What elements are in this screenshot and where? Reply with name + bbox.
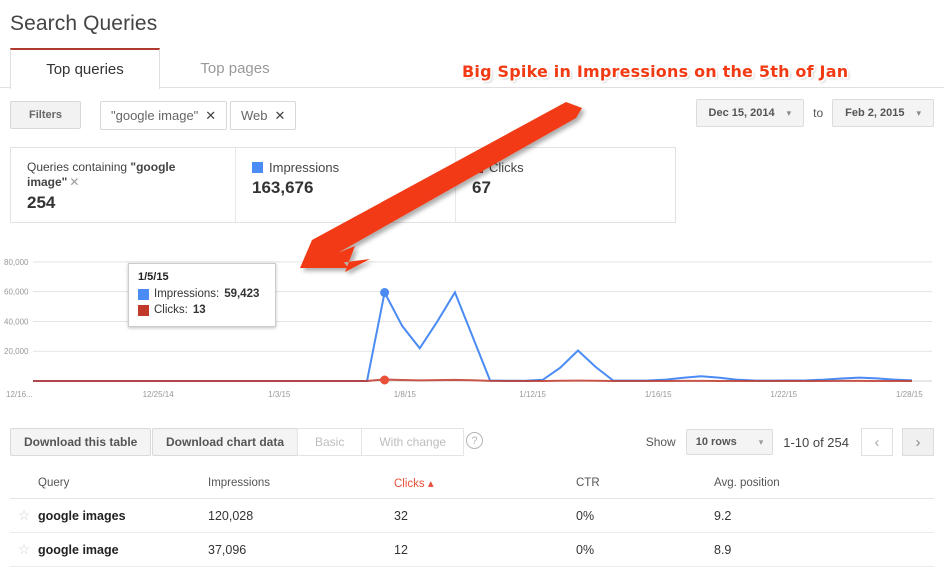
tooltip-clicks-row: Clicks: 13 <box>138 302 266 318</box>
date-from-button[interactable]: Dec 15, 2014 ▾ <box>695 99 805 127</box>
svg-text:1/28/15: 1/28/15 <box>896 390 923 399</box>
cell-impressions: 37,096 <box>208 542 247 557</box>
impressions-legend: Impressions <box>252 160 441 175</box>
svg-text:80,000: 80,000 <box>4 258 29 267</box>
show-label: Show <box>645 435 676 449</box>
svg-text:60,000: 60,000 <box>4 288 29 297</box>
rows-per-page-select[interactable]: 10 rows ▾ <box>685 429 774 455</box>
star-icon[interactable]: ☆ <box>18 507 31 524</box>
chart-tooltip: 1/5/15 Impressions: 59,423 Clicks: 13 <box>128 263 276 327</box>
summary-card-clicks-value: 67 <box>472 178 491 197</box>
date-to-button[interactable]: Feb 2, 2015 ▾ <box>832 99 934 127</box>
svg-text:1/22/15: 1/22/15 <box>770 390 797 399</box>
date-range: Dec 15, 2014 ▾ to Feb 2, 2015 ▾ <box>695 99 934 127</box>
rows-per-page-value: 10 rows <box>695 436 737 448</box>
star-cell[interactable]: ☆ <box>10 507 38 524</box>
filter-bar: Filters "google image" ✕ Web ✕ Dec 15, 2… <box>0 99 944 137</box>
download-chart-data-button[interactable]: Download chart data <box>152 428 299 456</box>
svg-text:1/3/15: 1/3/15 <box>268 390 291 399</box>
chevron-down-icon: ▾ <box>758 436 764 447</box>
summary-card-queries-label: Queries containing "google image" ✕ <box>27 160 221 190</box>
cell-ctr: 0% <box>576 508 595 523</box>
svg-text:20,000: 20,000 <box>4 347 29 356</box>
next-page-button[interactable]: › <box>902 428 934 456</box>
table-row[interactable]: ☆ google image 37,096 12 0% 8.9 <box>10 533 934 567</box>
filter-chip-web-label: Web <box>241 108 268 123</box>
impressions-color-swatch <box>252 162 263 173</box>
table-row[interactable]: ☆ google images 120,028 32 0% 9.2 <box>10 499 934 533</box>
chevron-down-icon: ▾ <box>786 107 792 118</box>
summary-card-queries: Queries containing "google image" ✕ 254 <box>11 148 235 222</box>
cell-clicks: 32 <box>394 508 408 523</box>
column-header-query[interactable]: Query <box>38 477 208 489</box>
view-mode-basic[interactable]: Basic <box>297 428 363 456</box>
svg-text:1/12/15: 1/12/15 <box>519 390 546 399</box>
column-header-impressions[interactable]: Impressions <box>208 477 394 489</box>
filter-chip-query[interactable]: "google image" ✕ <box>100 101 228 130</box>
clicks-color-swatch <box>138 304 149 316</box>
summary-card-queries-value: 254 <box>27 193 56 212</box>
close-icon[interactable]: ✕ <box>205 108 216 124</box>
tooltip-clicks-value: 13 <box>192 304 206 316</box>
clicks-label: Clicks <box>489 160 524 175</box>
filter-chip-web[interactable]: Web ✕ <box>230 101 297 130</box>
summary-card-impressions-value: 163,676 <box>252 178 314 197</box>
tooltip-date: 1/5/15 <box>138 271 169 283</box>
svg-text:1/8/15: 1/8/15 <box>394 390 417 399</box>
cell-query[interactable]: google images <box>38 509 208 523</box>
svg-text:1/16/15: 1/16/15 <box>645 390 672 399</box>
summary-card-clicks: Clicks 67 <box>455 148 675 222</box>
table-header-row: Query Impressions Clicks ▴ CTR Avg. posi… <box>10 468 934 499</box>
tab-top-pages-label: Top pages <box>200 60 270 77</box>
column-header-ctr[interactable]: CTR <box>576 477 714 489</box>
tab-top-queries[interactable]: Top queries <box>10 48 160 89</box>
impressions-color-swatch <box>138 288 149 300</box>
summary-cards: Queries containing "google image" ✕ 254 I… <box>10 147 676 223</box>
star-icon[interactable]: ☆ <box>18 541 31 558</box>
tab-top-queries-label: Top queries <box>46 61 124 78</box>
tooltip-impressions-value: 59,423 <box>224 288 260 300</box>
help-icon[interactable]: ? <box>466 432 483 449</box>
cell-query[interactable]: google image <box>38 543 208 557</box>
table-toolbar: Download this table Download chart data … <box>0 424 944 466</box>
view-mode-toggle[interactable]: Basic With change <box>297 428 465 456</box>
pagination: Show 10 rows ▾ 1-10 of 254 ‹ › <box>646 428 934 456</box>
close-icon[interactable]: ✕ <box>69 175 79 189</box>
chevron-down-icon: ▾ <box>916 107 921 118</box>
tooltip-clicks-label: Clicks: <box>154 304 188 316</box>
page-title: Search Queries <box>10 12 158 35</box>
cell-avg-position: 8.9 <box>714 542 732 557</box>
column-header-clicks[interactable]: Clicks ▴ <box>394 476 576 490</box>
download-this-table-button[interactable]: Download this table <box>10 428 152 456</box>
filter-chip-query-label: "google image" <box>111 108 199 123</box>
impressions-label: Impressions <box>269 160 340 175</box>
filters-button[interactable]: Filters <box>10 101 82 129</box>
svg-text:12/16...: 12/16... <box>6 390 33 399</box>
star-cell[interactable]: ☆ <box>10 541 38 558</box>
annotation-text: Big Spike in Impressions on the 5th of J… <box>462 62 849 81</box>
column-header-avg-position[interactable]: Avg. position <box>714 477 874 489</box>
clicks-color-swatch <box>472 162 483 173</box>
cell-clicks: 12 <box>394 542 408 557</box>
cell-avg-position: 9.2 <box>714 508 732 523</box>
summary-card-impressions: Impressions 163,676 <box>235 148 455 222</box>
date-from-label: Dec 15, 2014 <box>708 107 775 119</box>
cell-ctr: 0% <box>576 542 595 557</box>
view-mode-with-change[interactable]: With change <box>362 428 465 456</box>
tooltip-impressions-row: Impressions: 59,423 <box>138 286 266 302</box>
svg-text:12/25/14: 12/25/14 <box>143 390 175 399</box>
date-to-separator: to <box>813 106 824 120</box>
clicks-legend: Clicks <box>472 160 661 175</box>
previous-page-button[interactable]: ‹ <box>861 428 893 456</box>
svg-text:40,000: 40,000 <box>4 317 29 326</box>
tooltip-impressions-label: Impressions: <box>154 288 220 300</box>
queries-label-prefix: Queries containing <box>27 160 131 174</box>
close-icon[interactable]: ✕ <box>275 108 286 124</box>
date-to-label: Feb 2, 2015 <box>845 107 905 119</box>
cell-impressions: 120,028 <box>208 508 254 523</box>
queries-table: Query Impressions Clicks ▴ CTR Avg. posi… <box>10 468 934 567</box>
result-range-text: 1-10 of 254 <box>783 434 849 450</box>
tab-top-pages[interactable]: Top pages <box>165 48 305 89</box>
